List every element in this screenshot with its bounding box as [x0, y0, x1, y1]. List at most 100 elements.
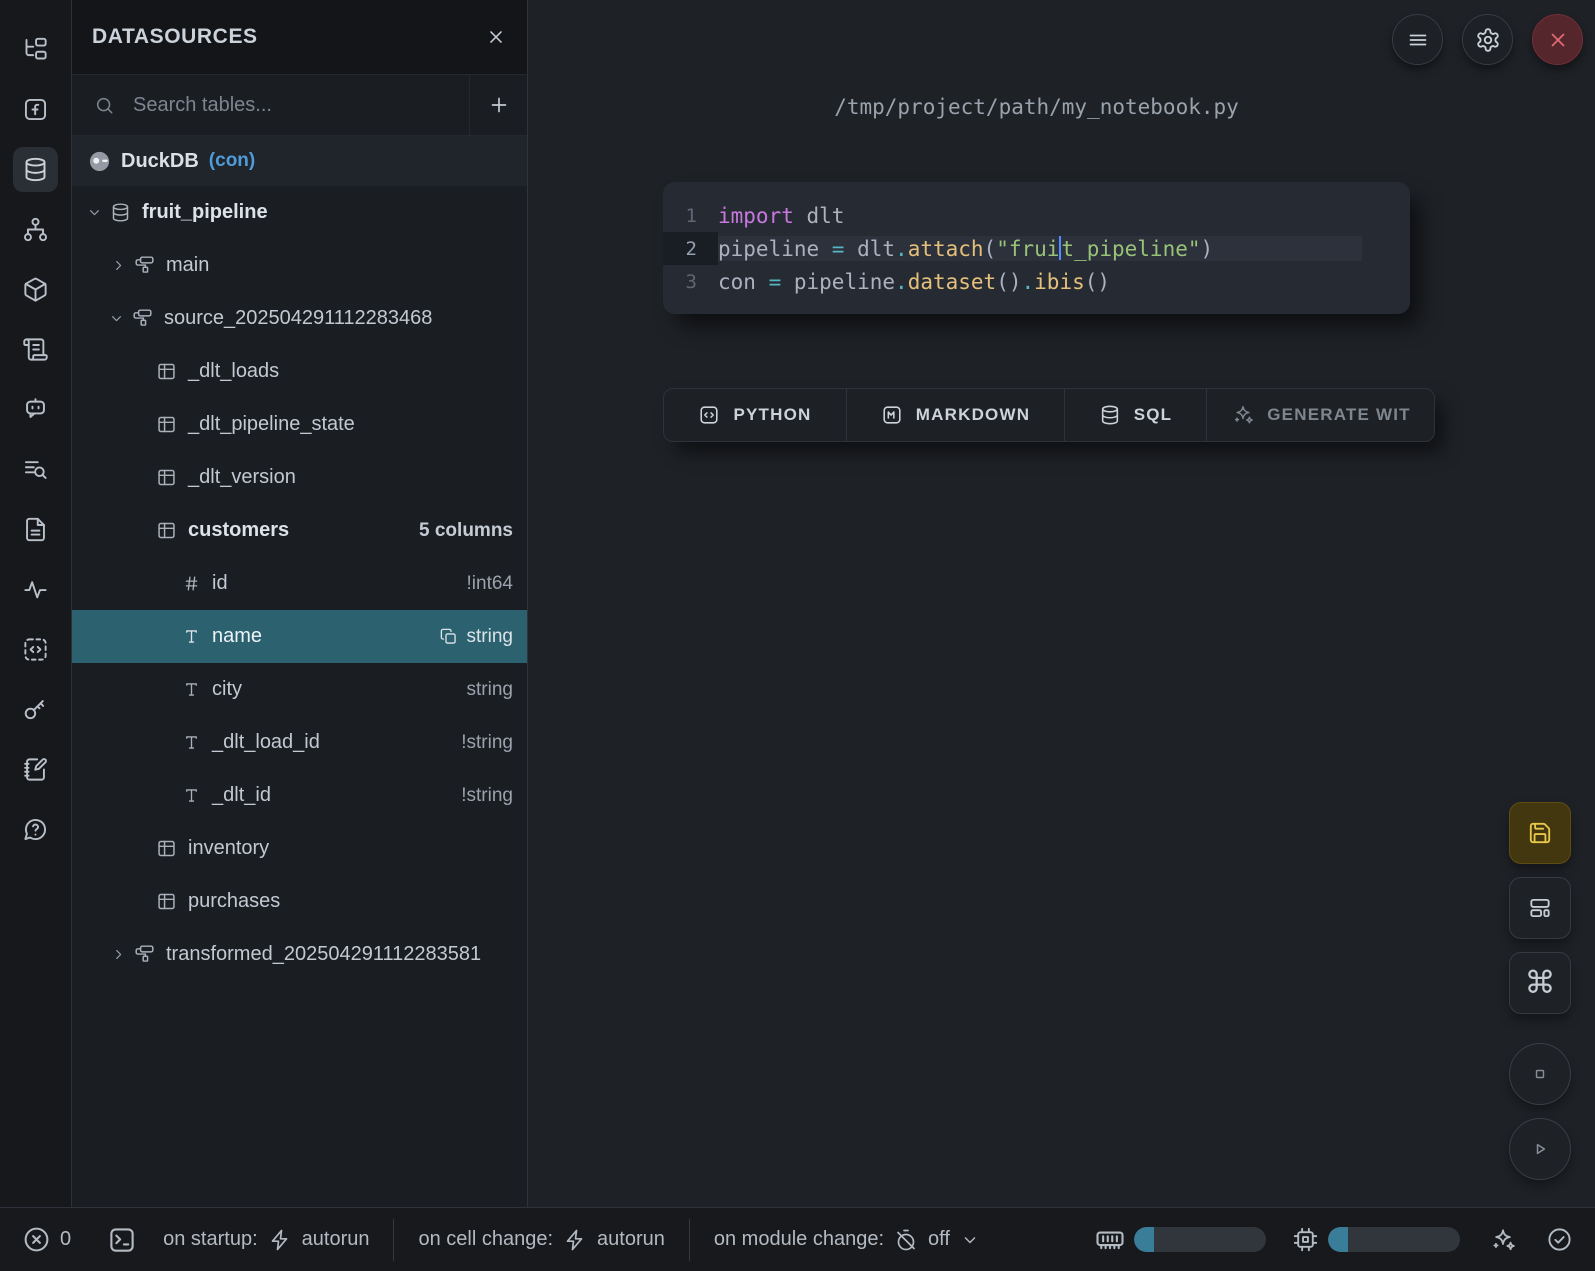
tree-label: fruit_pipeline [142, 201, 268, 224]
app-window: DATASOURCES DuckDB (con) fruit_pipelinem… [0, 0, 1595, 1271]
notebook-pen-icon [22, 756, 49, 783]
tree-label: main [166, 254, 209, 277]
runtime-config-on-startup[interactable]: on startup: autorun [163, 1228, 369, 1252]
save-button[interactable] [1509, 802, 1571, 864]
command-button[interactable]: ⌘ [1509, 952, 1571, 1014]
play-icon [1529, 1138, 1551, 1160]
tree-row-main[interactable]: main [72, 239, 527, 292]
panel-header: DATASOURCES [72, 0, 527, 75]
add-cell-python-button[interactable]: PYTHON [664, 389, 846, 441]
rail-item-network[interactable] [13, 207, 58, 252]
tree-row-_dlt_version[interactable]: _dlt_version [72, 451, 527, 504]
tree-row-source_202504291112283468[interactable]: source_202504291112283468 [72, 292, 527, 345]
runtime-config-on-module-change[interactable]: on module change: off [714, 1228, 980, 1252]
activity-icon [22, 576, 49, 603]
config-value: autorun [302, 1228, 370, 1251]
tree-label: customers [188, 519, 289, 542]
search-input[interactable] [115, 75, 469, 135]
chevron-down-icon[interactable] [108, 310, 132, 327]
type-icon [182, 786, 201, 805]
close-button[interactable] [1532, 14, 1583, 65]
code-cell[interactable]: 1import dlt2pipeline = dlt.attach("fruit… [663, 182, 1410, 314]
tree-row-inventory[interactable]: inventory [72, 822, 527, 875]
tree-label: _dlt_version [188, 466, 296, 489]
chevron-down-icon[interactable] [86, 204, 110, 221]
datasources-panel: DATASOURCES DuckDB (con) fruit_pipelinem… [72, 0, 528, 1207]
add-cell-button-label: GENERATE WIT [1267, 405, 1410, 425]
tree-row-name[interactable]: namestring [72, 610, 527, 663]
search-icon [72, 75, 115, 135]
file-tree-icon [22, 36, 49, 63]
add-cell-button-label: MARKDOWN [916, 405, 1030, 425]
add-datasource-button[interactable] [469, 75, 527, 135]
settings-icon [1475, 27, 1501, 53]
error-count: 0 [60, 1228, 71, 1251]
config-value: off [928, 1228, 950, 1251]
tree-row-fruit_pipeline[interactable]: fruit_pipeline [72, 186, 527, 239]
table-icon [156, 361, 177, 382]
add-cell-markdown-button[interactable]: MARKDOWN [846, 389, 1064, 441]
play-button[interactable] [1509, 1118, 1571, 1180]
tree-row-_dlt_pipeline_state[interactable]: _dlt_pipeline_state [72, 398, 527, 451]
tree-row-_dlt_loads[interactable]: _dlt_loads [72, 345, 527, 398]
sparkles-status-button[interactable] [1490, 1227, 1516, 1253]
code-line-1: 1import dlt [663, 199, 1410, 232]
layout-button[interactable] [1509, 877, 1571, 939]
settings-button[interactable] [1462, 14, 1513, 65]
rail-item-box[interactable] [13, 267, 58, 312]
tree-row-_dlt_id[interactable]: _dlt_id!string [72, 769, 527, 822]
terminal-button[interactable] [107, 1225, 137, 1255]
rail-item-notebook-pen[interactable] [13, 747, 58, 792]
stop-button[interactable] [1509, 1043, 1571, 1105]
tree-row-meta: 5 columns [419, 520, 513, 542]
tree-row-_dlt_load_id[interactable]: _dlt_load_id!string [72, 716, 527, 769]
config-label: on startup: [163, 1228, 258, 1251]
add-cell-button-label: SQL [1134, 405, 1173, 425]
tree-row-city[interactable]: citystring [72, 663, 527, 716]
runtime-config-on-cell-change[interactable]: on cell change:autorun [418, 1228, 664, 1252]
rail-item-database[interactable] [13, 147, 58, 192]
box-icon [22, 276, 49, 303]
rail-item-key[interactable] [13, 687, 58, 732]
add-cell-sql-button[interactable]: SQL [1064, 389, 1206, 441]
menu-button[interactable] [1392, 14, 1443, 65]
add-cell-generate-wit-button[interactable]: GENERATE WIT [1206, 389, 1435, 441]
check-circle-status-button [1546, 1226, 1573, 1253]
tree-row-id[interactable]: id!int64 [72, 557, 527, 610]
engine-row-duckdb[interactable]: DuckDB (con) [72, 136, 527, 186]
rail-item-bot[interactable] [13, 387, 58, 432]
rail-item-function-square[interactable] [13, 87, 58, 132]
rail-item-code-square-dashed[interactable] [13, 627, 58, 672]
rail-item-scroll-text[interactable] [13, 327, 58, 372]
error-counter[interactable]: 0 [22, 1225, 71, 1254]
chevron-right-icon[interactable] [110, 946, 134, 963]
hash-icon [182, 574, 201, 593]
tree-label: _dlt_load_id [212, 731, 320, 754]
rail-item-activity[interactable] [13, 567, 58, 612]
cpu-icon [1292, 1226, 1319, 1253]
add-cell-button-group: PYTHON MARKDOWN SQL GENERATE WIT [663, 388, 1435, 442]
tree-row-meta: !int64 [467, 573, 513, 595]
close-panel-icon[interactable] [485, 26, 507, 48]
tree-row-transformed_202504291112283581[interactable]: transformed_202504291112283581 [72, 928, 527, 981]
side-action-buttons: ⌘ [1509, 802, 1571, 1180]
config-label: on module change: [714, 1228, 884, 1251]
tree-row-purchases[interactable]: purchases [72, 875, 527, 928]
engine-connection-badge: (con) [209, 150, 255, 172]
rail-item-help-circle[interactable] [13, 807, 58, 852]
tree-row-customers[interactable]: customers 5 columns [72, 504, 527, 557]
tree-label: _dlt_pipeline_state [188, 413, 355, 436]
table-icon [156, 838, 177, 859]
rail-item-file-text[interactable] [13, 507, 58, 552]
rail-item-list-search[interactable] [13, 447, 58, 492]
tree-row-meta: string [467, 679, 513, 701]
code-square-icon [698, 404, 720, 426]
notebook-filename[interactable]: /tmp/project/path/my_notebook.py [663, 95, 1410, 119]
code-line-2: 2pipeline = dlt.attach("fruit_pipeline") [663, 232, 1410, 265]
database-icon [110, 202, 131, 223]
line-number: 3 [663, 265, 718, 298]
tree-label: purchases [188, 890, 280, 913]
chevron-right-icon[interactable] [110, 257, 134, 274]
copy-icon[interactable] [439, 627, 458, 646]
rail-item-file-tree[interactable] [13, 27, 58, 72]
